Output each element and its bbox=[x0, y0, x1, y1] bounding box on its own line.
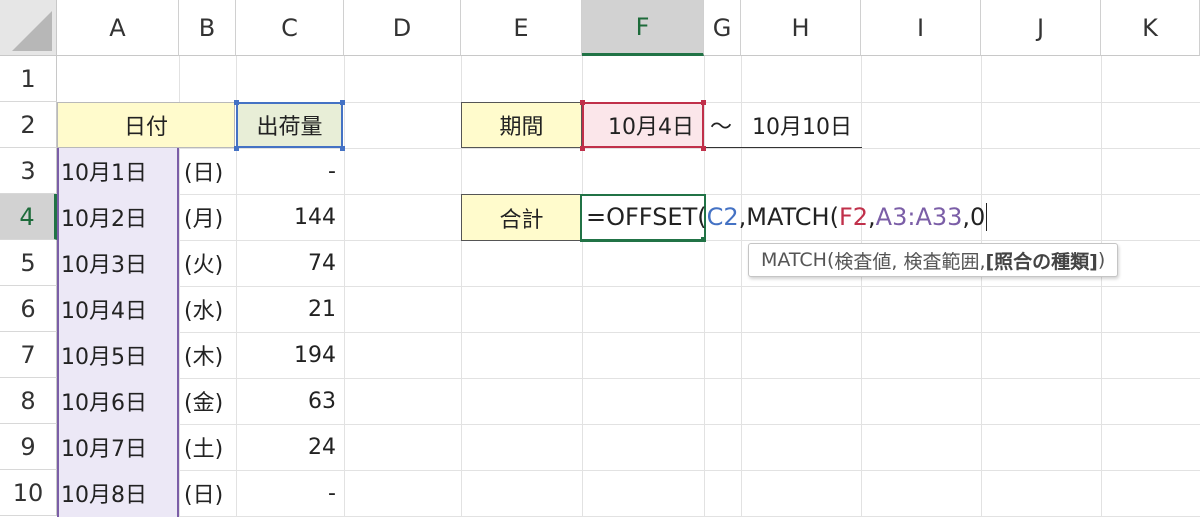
column-header-c[interactable]: C bbox=[236, 0, 344, 56]
ref-handle[interactable] bbox=[234, 100, 239, 105]
cell-weekday[interactable]: (木) bbox=[180, 332, 236, 378]
column-header-k[interactable]: K bbox=[1101, 0, 1200, 56]
tooltip-optional-arg: [照合の種類] bbox=[985, 250, 1098, 273]
tooltip-func-name[interactable]: MATCH( bbox=[761, 249, 834, 271]
cell-c2-qty-header[interactable]: 出荷量 bbox=[236, 102, 343, 148]
end-date-underline bbox=[706, 147, 862, 148]
ref-handle[interactable] bbox=[580, 100, 585, 105]
select-all-triangle-icon bbox=[12, 11, 52, 51]
cell-weekday[interactable]: (水) bbox=[180, 286, 236, 332]
row-header-8[interactable]: 8 bbox=[0, 378, 57, 424]
cell-f2-start-date[interactable]: 10月4日 bbox=[582, 102, 704, 148]
row-header-2[interactable]: 2 bbox=[0, 102, 57, 148]
cell-date[interactable]: 10月6日 bbox=[57, 378, 179, 424]
formula-token: ,MATCH( bbox=[738, 203, 839, 231]
function-argument-tooltip[interactable]: MATCH( 検査値, 検査範囲, [照合の種類] ) bbox=[748, 243, 1119, 277]
cell-qty[interactable]: 194 bbox=[236, 332, 344, 378]
text-caret bbox=[986, 203, 988, 231]
formula-token: A3:A33 bbox=[875, 203, 963, 231]
row-header-1[interactable]: 1 bbox=[0, 56, 57, 102]
cell-weekday[interactable]: (月) bbox=[180, 194, 236, 240]
formula-in-cell[interactable]: =OFFSET(C2 ,MATCH(F2, A3:A33,0 bbox=[586, 194, 988, 240]
tooltip-args: 検査値, 検査範囲, bbox=[834, 250, 986, 273]
cell-g2-tilde[interactable]: ～ bbox=[706, 102, 746, 148]
row-header-4[interactable]: 4 bbox=[0, 194, 57, 240]
cell-qty[interactable]: - bbox=[236, 470, 344, 516]
ref-handle[interactable] bbox=[340, 100, 345, 105]
column-header-j[interactable]: J bbox=[981, 0, 1101, 56]
gridline-vertical bbox=[981, 56, 982, 517]
spreadsheet-grid: ABCDEFGHIJK 1 2 3 4 5 6 7 8 9 10 日付 出荷量 10月1日 (日) -… bbox=[0, 0, 1200, 517]
cell-date[interactable]: 10月5日 bbox=[57, 332, 179, 378]
tooltip-close-paren: ) bbox=[1097, 249, 1106, 271]
ref-handle[interactable] bbox=[580, 146, 585, 151]
cell-weekday[interactable]: (土) bbox=[180, 424, 236, 470]
cell-qty[interactable]: 21 bbox=[236, 286, 344, 332]
row-header-3[interactable]: 3 bbox=[0, 148, 57, 194]
cell-qty[interactable]: 24 bbox=[236, 424, 344, 470]
row-header-5[interactable]: 5 bbox=[0, 240, 57, 286]
row-header-9[interactable]: 9 bbox=[0, 424, 57, 470]
column-header-h[interactable]: H bbox=[741, 0, 861, 56]
row-header-10[interactable]: 10 bbox=[0, 470, 57, 516]
select-all-corner[interactable] bbox=[0, 0, 57, 56]
column-header-d[interactable]: D bbox=[344, 0, 461, 56]
column-header-e[interactable]: E bbox=[461, 0, 582, 56]
formula-token: ,0 bbox=[962, 203, 986, 231]
cell-e2-period-label[interactable]: 期間 bbox=[461, 102, 582, 148]
cell-date[interactable]: 10月2日 bbox=[57, 194, 179, 240]
cell-weekday[interactable]: (金) bbox=[180, 378, 236, 424]
gridline-vertical bbox=[344, 56, 345, 517]
column-header-a[interactable]: A bbox=[57, 0, 179, 56]
cell-qty[interactable]: 74 bbox=[236, 240, 344, 286]
cell-e4-total-label[interactable]: 合計 bbox=[461, 194, 582, 241]
cell-qty[interactable]: - bbox=[236, 148, 344, 194]
cell-a2-date-header[interactable]: 日付 bbox=[57, 102, 235, 148]
column-header-i[interactable]: I bbox=[861, 0, 981, 56]
cell-qty[interactable]: 63 bbox=[236, 378, 344, 424]
cell-h2-end-date[interactable]: 10月10日 bbox=[748, 102, 862, 148]
formula-token: =OFFSET( bbox=[586, 203, 707, 231]
cell-weekday[interactable]: (日) bbox=[180, 470, 236, 516]
gridline-vertical bbox=[1101, 56, 1102, 517]
cell-weekday[interactable]: (日) bbox=[180, 148, 236, 194]
cell-weekday[interactable]: (火) bbox=[180, 240, 236, 286]
formula-token: F2 bbox=[838, 203, 869, 231]
cell-qty[interactable]: 144 bbox=[236, 194, 344, 240]
row-header-7[interactable]: 7 bbox=[0, 332, 57, 378]
cell-date[interactable]: 10月7日 bbox=[57, 424, 179, 470]
cell-date[interactable]: 10月3日 bbox=[57, 240, 179, 286]
cell-date[interactable]: 10月8日 bbox=[57, 470, 179, 516]
formula-token: C2 bbox=[706, 203, 739, 231]
row-header-6[interactable]: 6 bbox=[0, 286, 57, 332]
column-header-g[interactable]: G bbox=[704, 0, 741, 56]
column-header-f[interactable]: F bbox=[582, 0, 704, 56]
cell-date[interactable]: 10月4日 bbox=[57, 286, 179, 332]
formula-token: , bbox=[868, 203, 876, 231]
column-header-b[interactable]: B bbox=[179, 0, 236, 56]
gridline-vertical bbox=[704, 56, 705, 517]
cell-date[interactable]: 10月1日 bbox=[57, 148, 179, 194]
